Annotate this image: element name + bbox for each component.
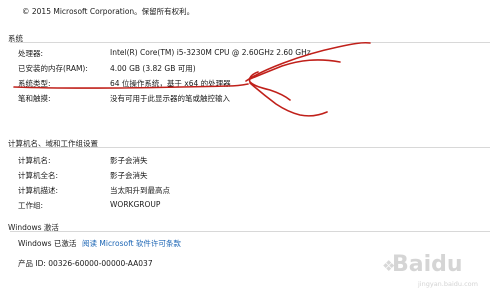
watermark-url: jingyan.baidu.com <box>418 280 478 288</box>
annotation-curve-loop <box>248 71 291 101</box>
computer-fullname-value: 影子会消失 <box>110 171 148 180</box>
processor-value: Intel(R) Core(TM) i5-3230M CPU @ 2.60GHz… <box>110 48 311 57</box>
activation-divider <box>10 231 490 232</box>
pen-touch-label: 笔和触摸: <box>18 94 51 103</box>
workgroup-label: 工作组: <box>18 201 44 210</box>
watermark-logo-text: Baidu <box>392 252 463 277</box>
processor-label: 处理器: <box>18 49 44 58</box>
computer-name-value: 影子会消失 <box>110 156 148 165</box>
system-type-label: 系统类型: <box>18 79 51 88</box>
pen-touch-value: 没有可用于此显示器的笔或触控输入 <box>110 94 230 103</box>
copyright-text: © 2015 Microsoft Corporation。保留所有权利。 <box>22 7 195 16</box>
system-type-value: 64 位操作系统，基于 x64 的处理器 <box>110 79 231 88</box>
annotation-curve-mid <box>249 59 341 80</box>
system-divider <box>10 42 490 43</box>
ram-label: 已安装的内存(RAM): <box>18 64 88 73</box>
computer-description-label: 计算机描述: <box>18 186 59 195</box>
computer-name-label: 计算机名: <box>18 156 51 165</box>
license-terms-link[interactable]: 阅读 Microsoft 软件许可条款 <box>82 238 181 249</box>
computer-fullname-label: 计算机全名: <box>18 171 59 180</box>
baidu-watermark: ❖ Baidu jingyan.baidu.com <box>380 250 495 292</box>
activation-status: Windows 已激活 <box>18 239 77 248</box>
computer-divider <box>10 147 490 148</box>
workgroup-value: WORKGROUP <box>110 200 161 209</box>
ram-value: 4.00 GB (3.82 GB 可用) <box>110 64 196 73</box>
computer-description-value: 当太阳升到最高点 <box>110 186 170 195</box>
product-id: 产品 ID: 00326-60000-00000-AA037 <box>18 259 153 268</box>
annotation-curve-lower <box>249 82 328 117</box>
